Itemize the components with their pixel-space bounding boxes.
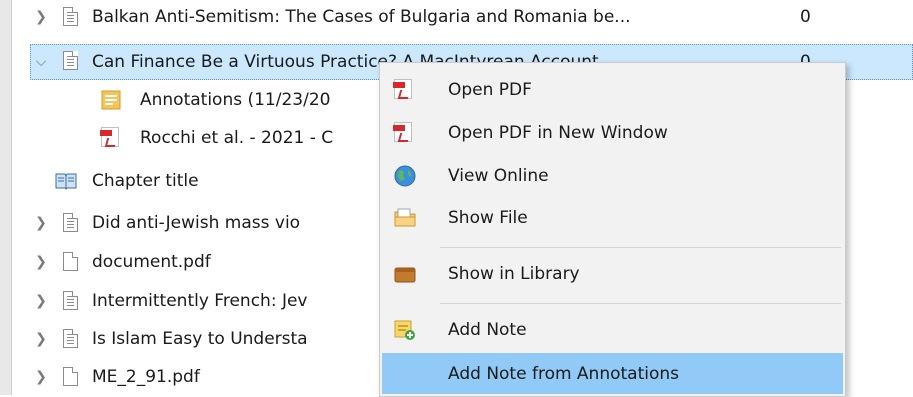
book-icon — [55, 171, 77, 193]
tree-row-label: ME_2_91.pdf — [92, 367, 200, 387]
menu-item-label: Add Note from Annotations — [448, 363, 680, 384]
document-icon — [63, 51, 83, 73]
menu-item-label: Open PDF — [448, 80, 532, 100]
chevron-right-icon[interactable]: ❯ — [32, 254, 50, 270]
menu-item-open-pdf[interactable]: Open PDF — [382, 71, 843, 109]
menu-item-label: Add Note — [448, 320, 527, 340]
pdf-icon — [393, 122, 416, 144]
menu-item-add-note[interactable]: Add Note — [382, 311, 843, 349]
document-icon — [63, 7, 83, 29]
menu-item-label: Show in Library — [448, 264, 580, 284]
menu-item-show-in-library[interactable]: Show in Library — [382, 255, 843, 293]
menu-item-open-pdf-new-window[interactable]: Open PDF in New Window — [382, 114, 843, 152]
globe-icon — [394, 165, 416, 187]
tree-row-label: Chapter title — [92, 171, 199, 191]
file-icon — [63, 252, 83, 274]
chevron-right-icon[interactable]: ❯ — [32, 9, 50, 25]
pdf-icon — [393, 79, 416, 101]
menu-item-label: View Online — [448, 166, 549, 186]
menu-item-add-note-from-annotations[interactable]: Add Note from Annotations — [382, 353, 843, 394]
tree-row-label: Rocchi et al. - 2021 - C — [140, 128, 334, 148]
document-icon — [63, 329, 83, 351]
document-icon — [63, 291, 83, 313]
file-icon — [63, 367, 83, 389]
chevron-down-icon[interactable]: ⌵ — [32, 54, 50, 70]
folder-icon — [394, 207, 416, 229]
add-note-icon — [394, 319, 416, 341]
tree-row-label: Annotations (11/23/20 — [140, 90, 331, 110]
menu-separator — [440, 303, 841, 304]
chevron-right-icon[interactable]: ❯ — [32, 293, 50, 309]
tree-row-label: document.pdf — [92, 252, 211, 272]
menu-item-view-online[interactable]: View Online — [382, 157, 843, 195]
menu-item-show-file[interactable]: Show File — [382, 199, 843, 237]
tree-row-count: 0 — [800, 7, 811, 27]
menu-separator — [440, 247, 841, 248]
chevron-right-icon[interactable]: ❯ — [32, 369, 50, 385]
tree-row-label: Intermittently French: Jev — [92, 291, 308, 311]
menu-item-label: Open PDF in New Window — [448, 123, 668, 143]
tree-row-label: Balkan Anti-Semitism: The Cases of Bulga… — [92, 7, 631, 27]
context-menu: Open PDF Open PDF in New Window View Onl… — [379, 62, 846, 397]
chevron-right-icon[interactable]: ❯ — [32, 331, 50, 347]
document-icon — [63, 213, 83, 235]
annotation-icon — [101, 90, 121, 112]
chevron-right-icon[interactable]: ❯ — [32, 215, 50, 231]
tree-row-label: Did anti-Jewish mass vio — [92, 213, 301, 233]
menu-item-label: Show File — [448, 208, 528, 228]
library-icon — [394, 263, 416, 285]
tree-row-balkan[interactable]: ❯ Balkan Anti-Semitism: The Cases of Bul… — [11, 0, 913, 35]
pdf-icon — [100, 127, 121, 149]
tree-row-label: Is Islam Easy to Understa — [92, 329, 308, 349]
